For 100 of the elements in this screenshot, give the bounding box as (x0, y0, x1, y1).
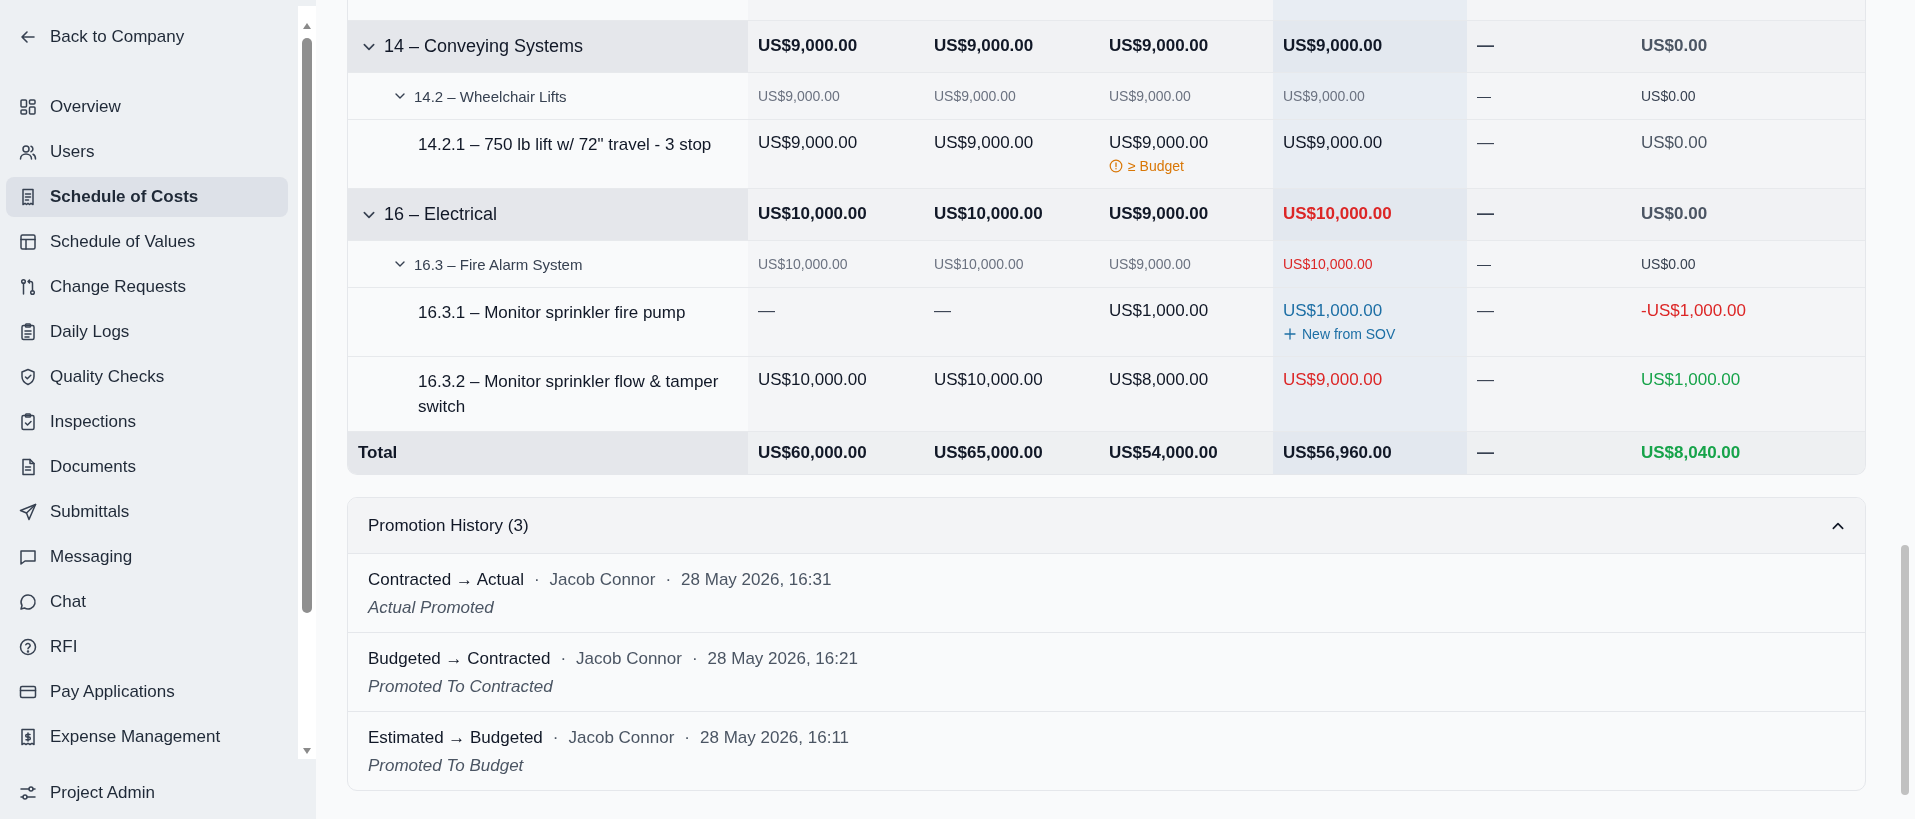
amount: US$54,000.00 (1109, 443, 1218, 463)
sidebar-item[interactable]: Quality Checks (6, 357, 288, 397)
amount: US$10,000.00 (758, 369, 867, 391)
sidebar-item[interactable]: Chat (6, 582, 288, 622)
amount: -US$1,000.00 (1641, 300, 1746, 322)
history-header[interactable]: Promotion History (3) (348, 498, 1865, 554)
sidebar-item[interactable]: Schedule of Values (6, 222, 288, 262)
send-icon (18, 502, 38, 522)
amount: US$1,000.00 (1109, 300, 1209, 322)
amount: US$9,000.00 (758, 88, 840, 104)
amount: US$65,000.00 (934, 443, 1043, 463)
row-label: 16 – Electrical (384, 204, 498, 225)
shield-icon (18, 367, 38, 387)
amount: — (1477, 369, 1494, 391)
entry-note: Promoted To Budget (368, 756, 525, 776)
amount: — (1477, 443, 1494, 463)
amount: US$9,000.00 (1109, 256, 1191, 272)
row-label: 16.3.1 – Monitor sprinkler fire pump (418, 302, 686, 324)
amount: US$9,000.00 (1283, 88, 1365, 104)
amount: US$9,000.00 (1283, 132, 1383, 154)
receipt-icon (18, 727, 38, 747)
amount: — (758, 300, 775, 322)
amount: US$9,000.00 (1283, 36, 1383, 56)
chat-bubble-icon (18, 592, 38, 612)
scroll-up-icon[interactable] (302, 22, 312, 30)
amount: US$10,000.00 (758, 204, 867, 224)
amount: US$9,000.00 (934, 36, 1034, 56)
amount: US$9,000.00 (934, 88, 1016, 104)
sidebar-item[interactable]: Daily Logs (6, 312, 288, 352)
sidebar-item[interactable]: Users (6, 132, 288, 172)
scrollbar[interactable] (298, 6, 316, 759)
amount: US$10,000.00 (758, 256, 848, 272)
timestamp: 28 May 2026, 16:21 (707, 649, 858, 669)
user-name: Jacob Connor (576, 649, 682, 669)
row-label: Total (358, 443, 398, 463)
transition-label: Budgeted → Contracted (368, 649, 551, 669)
separator-dot: · (552, 728, 559, 748)
scrollbar-thumb[interactable] (1901, 545, 1909, 795)
amount: US$10,000.00 (934, 369, 1043, 391)
sidebar-item[interactable]: RFI (6, 627, 288, 667)
amount: — (1477, 36, 1494, 56)
branch-icon (18, 277, 38, 297)
sidebar-item[interactable]: Schedule of Costs (6, 177, 288, 217)
amount: US$10,000.00 (934, 204, 1043, 224)
separator-dot: · (533, 570, 540, 590)
scrollbar-thumb[interactable] (302, 38, 312, 613)
clipboard-icon (18, 322, 38, 342)
amount: US$9,000.00 (758, 132, 858, 154)
amount: US$10,000.00 (934, 256, 1024, 272)
timestamp: 28 May 2026, 16:31 (681, 570, 832, 590)
amount: — (1477, 132, 1494, 154)
sidebar-item[interactable]: Pay Applications (6, 672, 288, 712)
table-icon (18, 232, 38, 252)
amount: US$9,000.00 (1109, 132, 1209, 154)
row-label: 16.3.2 – Monitor sprinkler flow & tamper switch (418, 371, 720, 418)
sidebar-item[interactable]: Change Requests (6, 267, 288, 307)
back-link[interactable]: Back to Company (6, 14, 288, 60)
amount: US$10,000.00 (1283, 256, 1373, 272)
user-name: Jacob Connor (549, 570, 656, 590)
amount: US$9,000.00 (1109, 88, 1191, 104)
users-icon (18, 142, 38, 162)
amount: US$9,000.00 (1283, 369, 1383, 391)
amount: US$0.00 (1641, 88, 1696, 104)
amount: — (1477, 300, 1494, 322)
plus-icon (1283, 327, 1297, 341)
scroll-down-icon[interactable] (302, 747, 312, 755)
amount: US$60,000.00 (758, 443, 867, 463)
sidebar-item[interactable]: Project Admin (6, 773, 306, 813)
help-icon (18, 637, 38, 657)
row-label: 16.3 – Fire Alarm System (414, 255, 583, 273)
amount: — (1477, 204, 1494, 224)
sidebar-item[interactable]: Overview (6, 87, 288, 127)
sidebar-item[interactable]: Expense Management (6, 717, 288, 757)
user-name: Jacob Connor (568, 728, 675, 748)
sidebar-item[interactable]: Submittals (6, 492, 288, 532)
row-label: 14 – Conveying Systems (384, 36, 584, 57)
amount: US$1,000.00 (1283, 300, 1383, 322)
amount: US$0.00 (1641, 132, 1708, 154)
row-label: 14.2 – Wheelchair Lifts (414, 87, 567, 105)
amount: — (1477, 256, 1491, 272)
timestamp: 28 May 2026, 16:11 (700, 728, 850, 748)
entry-note: Actual Promoted (368, 598, 495, 618)
amount: US$9,000.00 (934, 132, 1034, 154)
amount: US$8,040.00 (1641, 443, 1741, 463)
budget-warning: ≥ Budget (1109, 158, 1184, 174)
separator-dot: · (560, 649, 567, 669)
sidebar-item[interactable]: Messaging (6, 537, 288, 577)
amount: US$9,000.00 (1109, 36, 1209, 56)
new-from-sov-link[interactable]: New from SOV (1283, 326, 1396, 342)
sidebar-item[interactable]: Documents (6, 447, 288, 487)
separator-dot: · (684, 728, 690, 748)
amount: — (1477, 88, 1491, 104)
transition-label: Estimated → Budgeted (368, 728, 543, 748)
amount: US$0.00 (1641, 36, 1708, 56)
clipboard-check-icon (18, 412, 38, 432)
amount: US$9,000.00 (758, 36, 858, 56)
amount: US$10,000.00 (1283, 204, 1392, 224)
amount: US$9,000.00 (1109, 204, 1209, 224)
sidebar-item[interactable]: Inspections (6, 402, 288, 442)
amount: — (934, 300, 951, 322)
